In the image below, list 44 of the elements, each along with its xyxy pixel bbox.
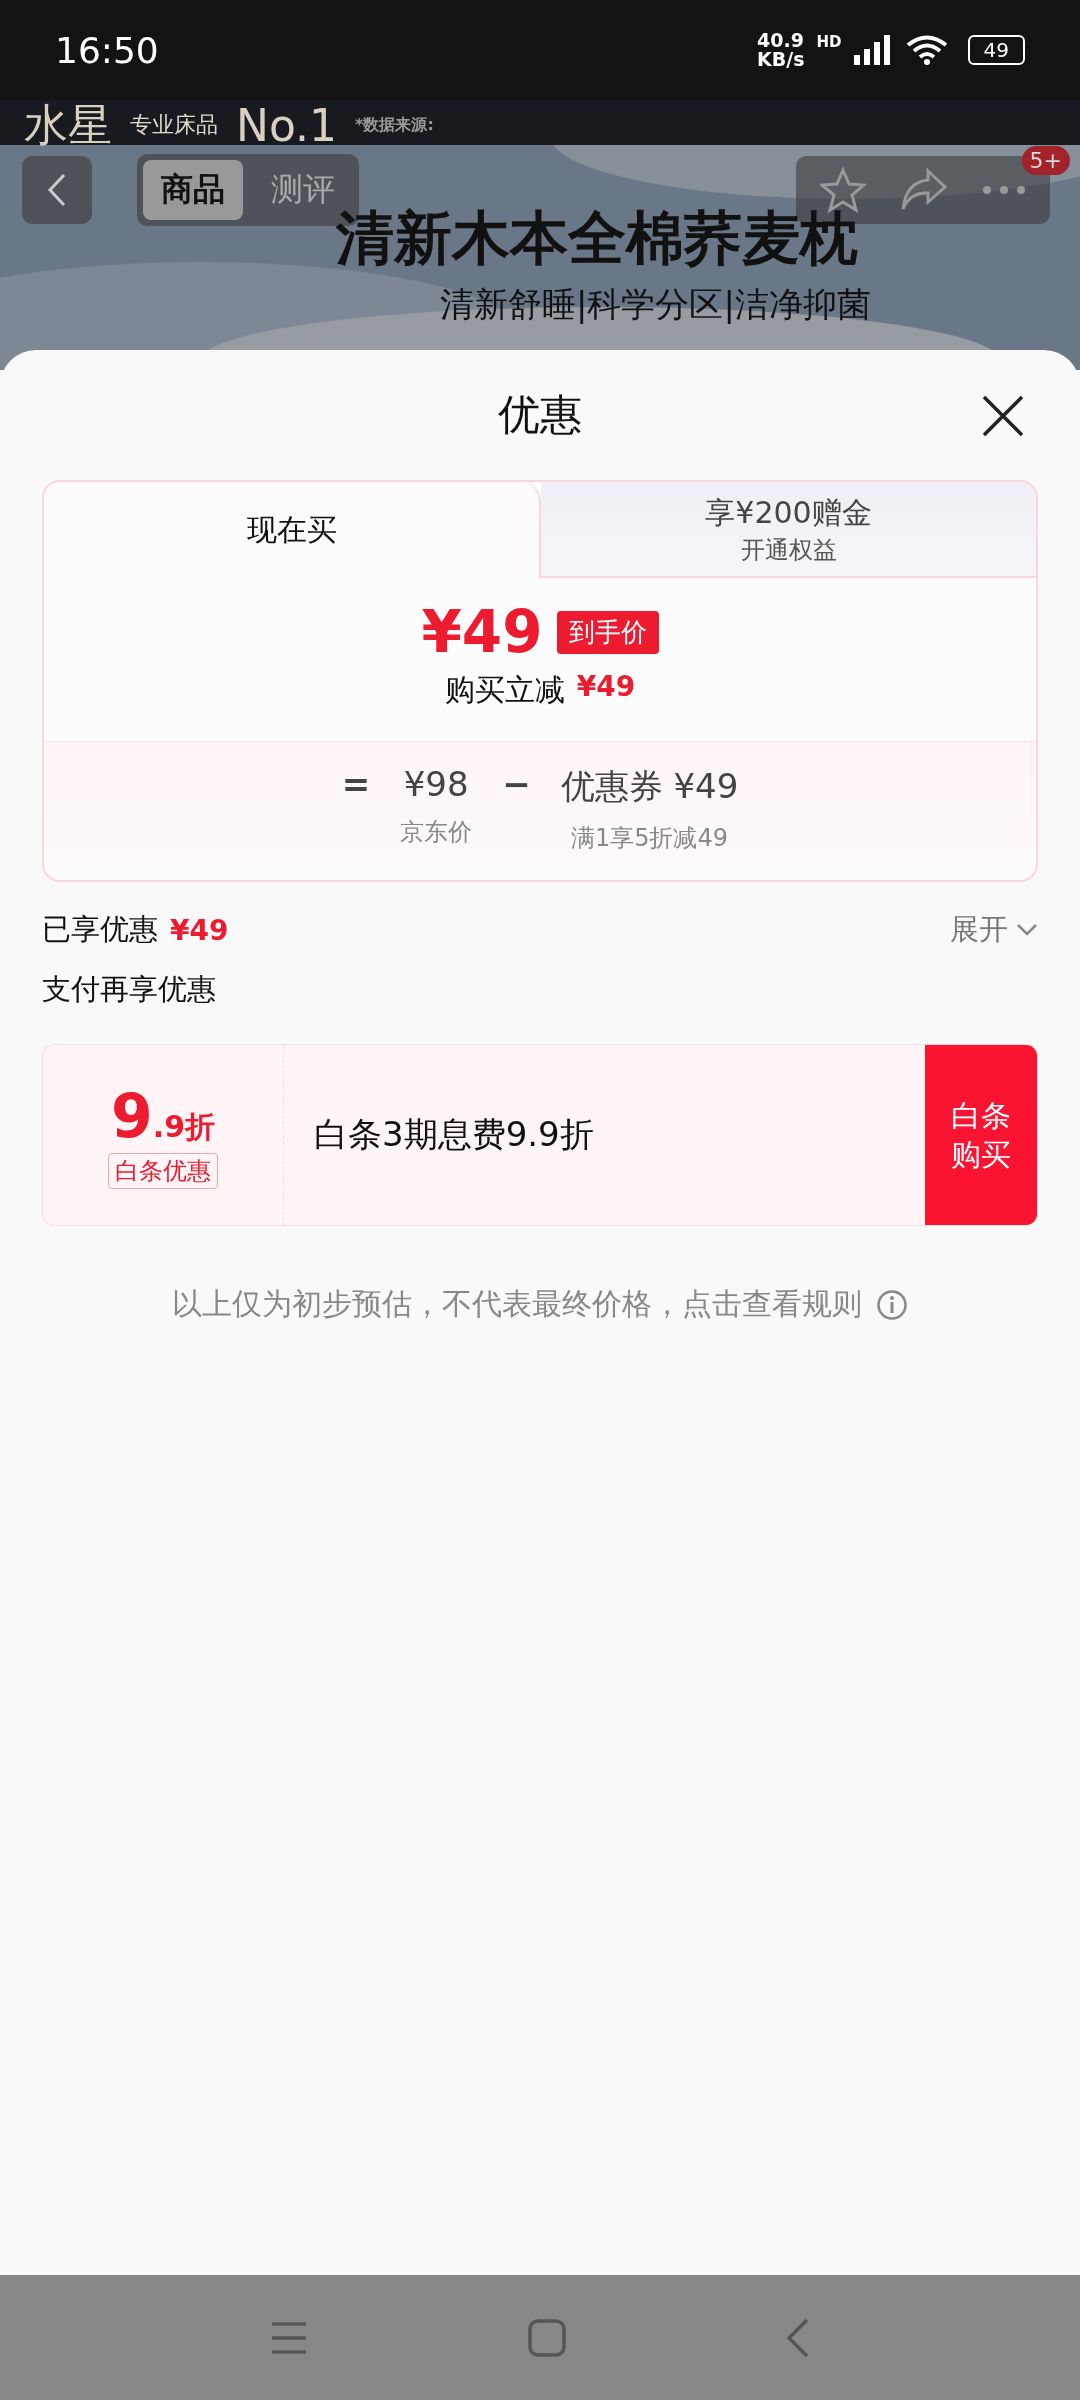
final-price: ¥49 (421, 598, 543, 666)
share-icon[interactable] (900, 168, 948, 212)
brand-name: 水星 (24, 100, 112, 152)
enjoyed-label: 已享优惠 (42, 911, 158, 948)
chevron-down-icon (1016, 923, 1038, 937)
brand-slogan: No.1 (236, 100, 338, 151)
buy-button[interactable]: 白条购买 (925, 1045, 1037, 1225)
wifi-icon (905, 34, 948, 66)
price-caption: 京东价 (400, 817, 473, 848)
disclaimer-link[interactable]: 以上仅为初步预估，不代表最终价格，点击查看规则 (172, 1284, 862, 1325)
product-headline: 清新木本全棉荞麦枕 (336, 203, 859, 274)
more-icon[interactable] (982, 185, 1026, 195)
price-component: ¥98 (403, 764, 469, 804)
battery-level: 49 (967, 35, 1025, 65)
back-icon[interactable] (786, 2317, 810, 2358)
price-tag: 到手价 (556, 610, 659, 654)
reduction-label: 购买立减 (444, 671, 565, 709)
sheet-title: 优惠 (498, 389, 582, 441)
expand-button[interactable]: 展开 (950, 910, 1038, 950)
network-type: HD (816, 33, 842, 51)
home-icon[interactable] (528, 2318, 566, 2357)
back-icon (47, 173, 67, 207)
price-caption: 满1享5折减49 (570, 823, 729, 854)
enjoyed-amount: ¥49 (170, 913, 229, 947)
price-tab[interactable]: 享¥200赠金 开通权益 (541, 482, 1036, 578)
price-component: 优惠券 ¥49 (560, 765, 739, 808)
menu-icon[interactable] (270, 2320, 308, 2355)
section-title: 支付再享优惠 (42, 971, 217, 1008)
product-subheadline: 清新舒睡|科学分区|洁净抑菌 (440, 283, 872, 326)
page-tab[interactable]: 商品 (143, 160, 243, 220)
network-speed: 40.9 KB/s (757, 31, 805, 69)
price-tab[interactable]: 现在买 (44, 482, 541, 578)
close-icon[interactable] (982, 395, 1024, 437)
offer-description: 白条3期息费9.9折 (313, 1113, 595, 1156)
reduction-amount: ¥49 (576, 670, 636, 705)
offer-tag: 白条优惠 (108, 1153, 218, 1189)
operator-symbol: = (341, 764, 371, 804)
discount-value: 9.9折 (111, 1081, 215, 1151)
operator-symbol: − (502, 764, 531, 804)
back-button[interactable] (22, 156, 92, 224)
source-note: *数据来源: (355, 114, 434, 136)
brand-tagline: 专业床品 (130, 111, 218, 139)
info-icon[interactable] (876, 1288, 908, 1321)
status-time: 16:50 (55, 29, 159, 71)
